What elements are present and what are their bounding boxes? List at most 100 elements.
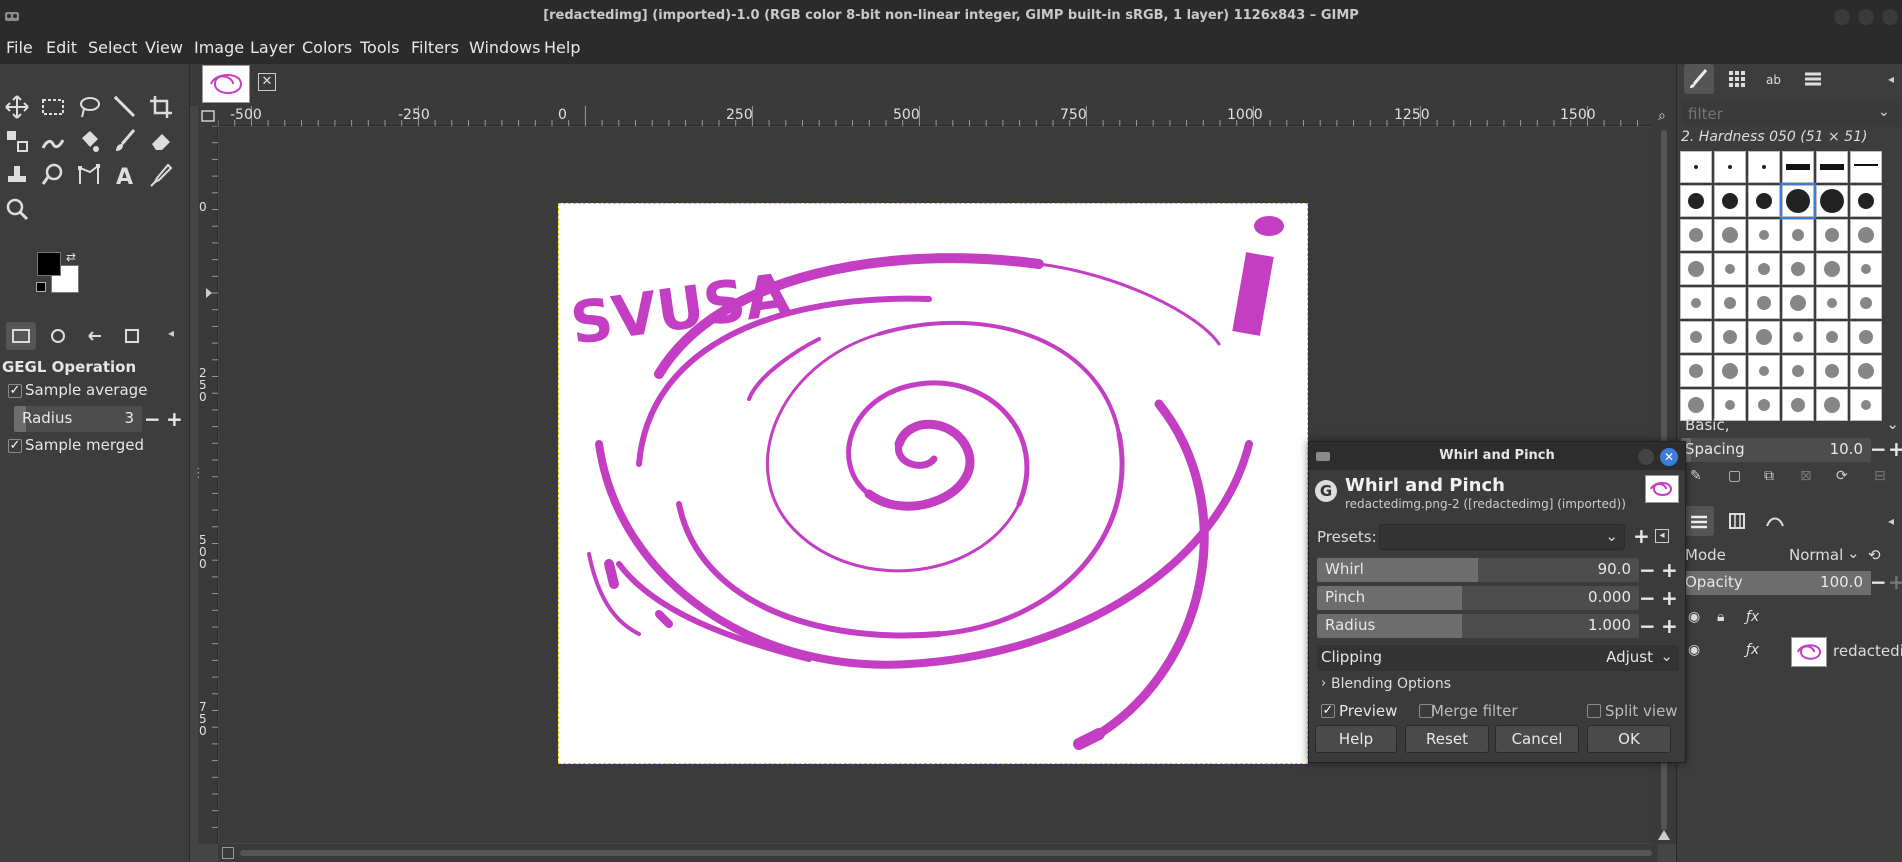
brush-cell[interactable] <box>1850 355 1882 387</box>
spacing-slider[interactable]: Spacing 10.0 <box>1681 438 1871 462</box>
menu-help[interactable]: Help <box>544 38 580 57</box>
reset-button[interactable]: Reset <box>1405 725 1489 753</box>
tab-images[interactable] <box>117 322 147 350</box>
brush-cell[interactable] <box>1816 287 1848 319</box>
brush-cell[interactable] <box>1680 219 1712 251</box>
menu-select[interactable]: Select <box>88 38 137 57</box>
add-preset-icon[interactable]: + <box>1633 526 1650 546</box>
brush-cell[interactable] <box>1816 185 1848 217</box>
menu-filters[interactable]: Filters <box>411 38 459 57</box>
new-brush-icon[interactable]: ▢ <box>1728 468 1741 484</box>
brush-cell[interactable] <box>1680 151 1712 183</box>
tab-fonts[interactable]: ab <box>1760 64 1790 94</box>
brush-cell[interactable] <box>1748 219 1780 251</box>
presets-menu-icon[interactable]: ◂ <box>1655 529 1669 543</box>
pinch-increment[interactable]: + <box>1661 588 1678 608</box>
brush-cell[interactable] <box>1782 287 1814 319</box>
brush-cell[interactable] <box>1782 355 1814 387</box>
brush-cell[interactable] <box>1714 151 1746 183</box>
tab-paths[interactable] <box>1760 506 1790 536</box>
panel-menu-icon[interactable]: ◂ <box>168 326 174 340</box>
brush-cell[interactable] <box>1816 321 1848 353</box>
default-colors-icon[interactable] <box>36 282 46 292</box>
tab-patterns[interactable] <box>1722 64 1752 94</box>
help-button[interactable]: Help <box>1315 725 1397 753</box>
brush-cell[interactable] <box>1680 321 1712 353</box>
layer-name[interactable]: redactedim <box>1833 642 1902 660</box>
filter-dropdown-icon[interactable]: ⌄ <box>1878 104 1890 120</box>
layer-row[interactable]: ◉ ƒx redactedim <box>1681 634 1902 670</box>
brush-cell[interactable] <box>1816 219 1848 251</box>
radius-slider[interactable]: Radius 3 <box>14 406 142 432</box>
brush-cell[interactable] <box>1780 183 1816 219</box>
vertical-ruler[interactable]: 0 250 500 750 <box>198 126 218 844</box>
horizontal-ruler[interactable]: -500 -250 0 250 500 750 1000 1250 1500 <box>218 106 1658 126</box>
sample-average-checkbox[interactable]: ✓ <box>8 384 22 398</box>
brush-cell[interactable] <box>1850 185 1882 217</box>
brush-cell[interactable] <box>1748 355 1780 387</box>
spacing-decrement[interactable]: − <box>1870 439 1887 459</box>
tab-device-status[interactable] <box>43 322 73 350</box>
preview-checkbox[interactable]: ✓ <box>1321 704 1335 718</box>
brush-cell[interactable] <box>1816 355 1848 387</box>
brush-cell[interactable] <box>1748 253 1780 285</box>
text-tool-icon[interactable]: A <box>112 162 138 190</box>
whirl-slider[interactable]: Whirl 90.0 <box>1317 558 1639 582</box>
tab-channels[interactable] <box>1722 506 1752 536</box>
brush-cell[interactable] <box>1748 321 1780 353</box>
navigate-icon[interactable] <box>222 847 234 859</box>
warp-transform-icon[interactable] <box>40 128 66 154</box>
ruler-corner-icon[interactable] <box>198 106 218 126</box>
menu-colors[interactable]: Colors <box>302 38 352 57</box>
brush-cell[interactable] <box>1782 321 1814 353</box>
brush-cell[interactable] <box>1680 287 1712 319</box>
duplicate-brush-icon[interactable]: ⧉ <box>1764 468 1774 484</box>
horizontal-scroll-thumb[interactable] <box>240 850 1652 856</box>
mode-switch-icon[interactable]: ⟲ <box>1868 546 1881 564</box>
brush-cell[interactable] <box>1850 287 1882 319</box>
fuzzy-select-icon[interactable] <box>112 94 138 120</box>
mode-chevron-icon[interactable]: ⌄ <box>1847 544 1860 562</box>
delete-brush-icon[interactable]: ⊠ <box>1800 468 1812 484</box>
brush-cell[interactable] <box>1782 253 1814 285</box>
presets-combo[interactable]: ⌄ <box>1379 524 1625 550</box>
opacity-increment[interactable]: + <box>1888 572 1902 592</box>
menu-windows[interactable]: Windows <box>469 38 540 57</box>
menu-edit[interactable]: Edit <box>46 38 77 57</box>
smudge-icon[interactable] <box>40 162 66 188</box>
layer-visibility-icon[interactable]: ◉ <box>1688 642 1700 658</box>
brush-cell[interactable] <box>1714 287 1746 319</box>
brush-cell[interactable] <box>1748 185 1780 217</box>
brush-cell[interactable] <box>1782 151 1814 183</box>
opacity-slider[interactable]: Opacity 100.0 <box>1681 571 1871 595</box>
brush-grid[interactable] <box>1680 151 1886 421</box>
foreground-color-swatch[interactable] <box>37 252 61 276</box>
open-brush-icon[interactable]: ⊟ <box>1874 468 1886 484</box>
swap-colors-icon[interactable]: ⇄ <box>66 250 76 264</box>
refresh-brushes-icon[interactable]: ⟳ <box>1836 468 1848 484</box>
brush-cell[interactable] <box>1850 321 1882 353</box>
tab-tool-options[interactable] <box>6 322 36 350</box>
tab-brushes[interactable] <box>1684 64 1714 94</box>
brush-cell[interactable] <box>1850 219 1882 251</box>
tab-undo-history[interactable] <box>80 322 110 350</box>
whirl-decrement[interactable]: − <box>1639 560 1656 580</box>
spacing-increment[interactable]: + <box>1888 439 1902 459</box>
brush-cell[interactable] <box>1714 219 1746 251</box>
menu-image[interactable]: Image <box>194 38 244 57</box>
tab-layers[interactable] <box>1684 506 1714 536</box>
blending-options-expander[interactable]: Blending Options <box>1331 676 1451 692</box>
menu-file[interactable]: File <box>6 38 33 57</box>
paintbrush-icon[interactable] <box>112 128 138 154</box>
menu-layer[interactable]: Layer <box>250 38 295 57</box>
radius-decrement[interactable]: − <box>144 409 161 429</box>
radius-param-slider[interactable]: Radius 1.000 <box>1317 614 1639 638</box>
eraser-icon[interactable] <box>148 128 174 154</box>
brush-cell[interactable] <box>1850 253 1882 285</box>
brush-filter-input[interactable] <box>1682 102 1900 126</box>
brush-cell[interactable] <box>1816 253 1848 285</box>
crop-icon[interactable] <box>148 94 174 120</box>
brush-set-select[interactable]: Basic, ⌄ <box>1681 413 1899 437</box>
edit-brush-icon[interactable]: ✎ <box>1690 468 1702 484</box>
mode-select[interactable]: Normal <box>1789 546 1843 564</box>
